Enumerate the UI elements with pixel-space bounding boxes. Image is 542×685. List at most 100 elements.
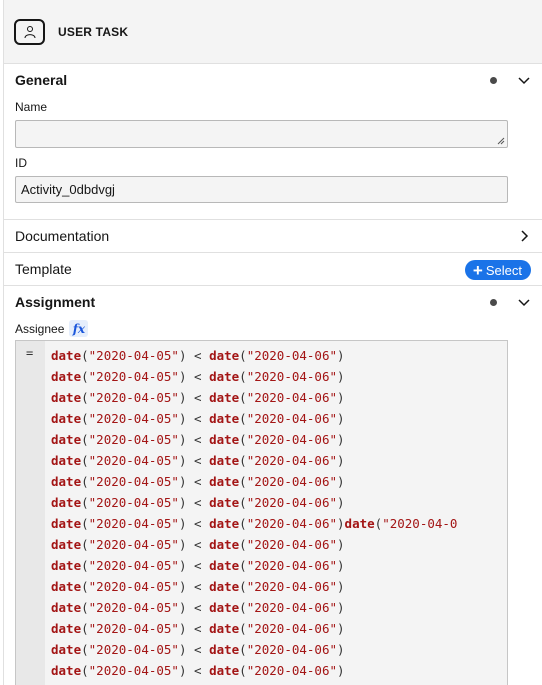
code-line[interactable]: date("2020-04-05") < date("2020-04-06") [51, 534, 457, 555]
code-punctuation: ) [337, 495, 345, 510]
code-line[interactable]: date("2020-04-05") < date("2020-04-06") [51, 597, 457, 618]
code-punctuation: ( [81, 537, 89, 552]
code-keyword: date [51, 432, 82, 447]
name-label: Name [15, 100, 48, 114]
code-keyword: date [51, 348, 82, 363]
code-punctuation: ( [239, 369, 247, 384]
code-string: "2020-04-06" [246, 390, 338, 405]
code-punctuation: ) < [178, 642, 210, 657]
code-line[interactable]: date("2020-04-05") < date("2020-04-06") [51, 450, 457, 471]
code-keyword: date [209, 390, 240, 405]
plus-icon: + [472, 260, 483, 280]
code-line[interactable]: date("2020-04-05") < date("2020-04-06") [51, 576, 457, 597]
chevron-right-icon[interactable] [517, 229, 531, 243]
code-line[interactable]: date("2020-04-05") < date("2020-04-06") [51, 429, 457, 450]
feel-expression-editor[interactable]: = date("2020-04-05") < date("2020-04-06"… [15, 340, 508, 685]
code-punctuation: ( [81, 369, 89, 384]
code-string: "2020-04-06" [246, 558, 338, 573]
code-string: "2020-04-05" [88, 579, 179, 594]
code-string: "2020-04-06" [246, 516, 338, 531]
code-line[interactable]: date("2020-04-05") < date("2020-04-06") [51, 639, 457, 660]
code-punctuation: ( [239, 663, 247, 678]
code-punctuation: ) < [178, 474, 210, 489]
code-string: "2020-04-06" [246, 369, 338, 384]
resize-handle-icon[interactable] [497, 137, 505, 145]
code-punctuation: ( [81, 453, 89, 468]
code-punctuation: ) < [178, 369, 210, 384]
general-group-header[interactable]: General [4, 64, 542, 96]
code-keyword: date [51, 537, 82, 552]
code-punctuation: ( [81, 390, 89, 405]
code-keyword: date [51, 453, 82, 468]
code-line[interactable]: date("2020-04-05") < date("2020-04-06")d… [51, 513, 457, 534]
code-keyword: date [209, 621, 240, 636]
code-punctuation: ) [337, 579, 345, 594]
code-punctuation: ( [81, 600, 89, 615]
code-punctuation: ( [239, 558, 247, 573]
code-string: "2020-04-05" [88, 495, 179, 510]
code-keyword: date [209, 600, 240, 615]
code-punctuation: ) [337, 369, 345, 384]
code-line[interactable]: date("2020-04-05") < date("2020-04-06") [51, 492, 457, 513]
user-task-icon [14, 18, 45, 45]
code-keyword: date [51, 642, 82, 657]
chevron-down-icon[interactable] [517, 295, 531, 309]
code-line[interactable]: date("2020-04-05") < date("2020-04-06") [51, 345, 457, 366]
code-string: "2020-04-06" [246, 537, 338, 552]
code-keyword: date [209, 537, 240, 552]
code-string: "2020-04-06" [246, 621, 338, 636]
code-punctuation: ) [337, 642, 345, 657]
code-line[interactable]: date("2020-04-05") < date("2020-04-06") [51, 618, 457, 639]
code-punctuation: ) < [178, 516, 210, 531]
code-keyword: date [209, 474, 240, 489]
assignee-label: Assignee [15, 321, 65, 336]
code-string: "2020-04-05" [88, 390, 179, 405]
code-punctuation: ) < [178, 600, 210, 615]
editor-code[interactable]: date("2020-04-05") < date("2020-04-06") d… [51, 345, 457, 681]
assignment-group-header[interactable]: Assignment [4, 286, 542, 318]
chevron-down-icon[interactable] [517, 73, 531, 87]
code-string: "2020-04-06" [246, 642, 338, 657]
fx-icon[interactable]: fx [69, 320, 89, 337]
general-title: General [15, 72, 68, 88]
id-field[interactable]: Activity_0dbdvgj [15, 176, 508, 203]
code-punctuation: ( [81, 579, 89, 594]
code-punctuation: ) < [178, 621, 210, 636]
code-punctuation: ( [81, 516, 89, 531]
code-punctuation: ) [337, 432, 345, 447]
code-line[interactable]: date("2020-04-05") < date("2020-04-06") [51, 408, 457, 429]
code-string: "2020-04-05" [88, 474, 179, 489]
code-punctuation: ( [81, 558, 89, 573]
code-punctuation: ) [337, 600, 345, 615]
code-punctuation: ) [337, 621, 345, 636]
code-punctuation: ( [81, 621, 89, 636]
code-keyword: date [51, 369, 82, 384]
data-marker-dot [490, 77, 497, 84]
name-field[interactable] [15, 120, 508, 148]
code-string: "2020-04-05" [88, 537, 179, 552]
code-line[interactable]: date("2020-04-05") < date("2020-04-06") [51, 660, 457, 681]
code-punctuation: ( [239, 411, 247, 426]
assignee-label-row: Assignee fx [4, 320, 542, 337]
code-punctuation: ( [81, 411, 89, 426]
code-punctuation: ) [337, 390, 345, 405]
template-title: Template [15, 261, 72, 277]
template-group: Template + Select [4, 253, 542, 286]
code-punctuation: ( [239, 579, 247, 594]
code-keyword: date [209, 516, 240, 531]
code-line[interactable]: date("2020-04-05") < date("2020-04-06") [51, 366, 457, 387]
select-template-button[interactable]: + Select [464, 260, 531, 280]
code-keyword: date [209, 558, 240, 573]
assignment-group: Assignment Assignee fx [4, 286, 542, 337]
code-keyword: date [51, 516, 82, 531]
code-punctuation: ( [239, 642, 247, 657]
code-punctuation: ( [239, 432, 247, 447]
code-line[interactable]: date("2020-04-05") < date("2020-04-06") [51, 555, 457, 576]
code-line[interactable]: date("2020-04-05") < date("2020-04-06") [51, 387, 457, 408]
template-group-header: Template + Select [4, 253, 542, 285]
code-punctuation: ( [239, 474, 247, 489]
code-line[interactable]: date("2020-04-05") < date("2020-04-06") [51, 471, 457, 492]
data-marker-dot [490, 299, 497, 306]
code-punctuation: ) < [178, 663, 210, 678]
documentation-group-header[interactable]: Documentation [4, 220, 542, 252]
